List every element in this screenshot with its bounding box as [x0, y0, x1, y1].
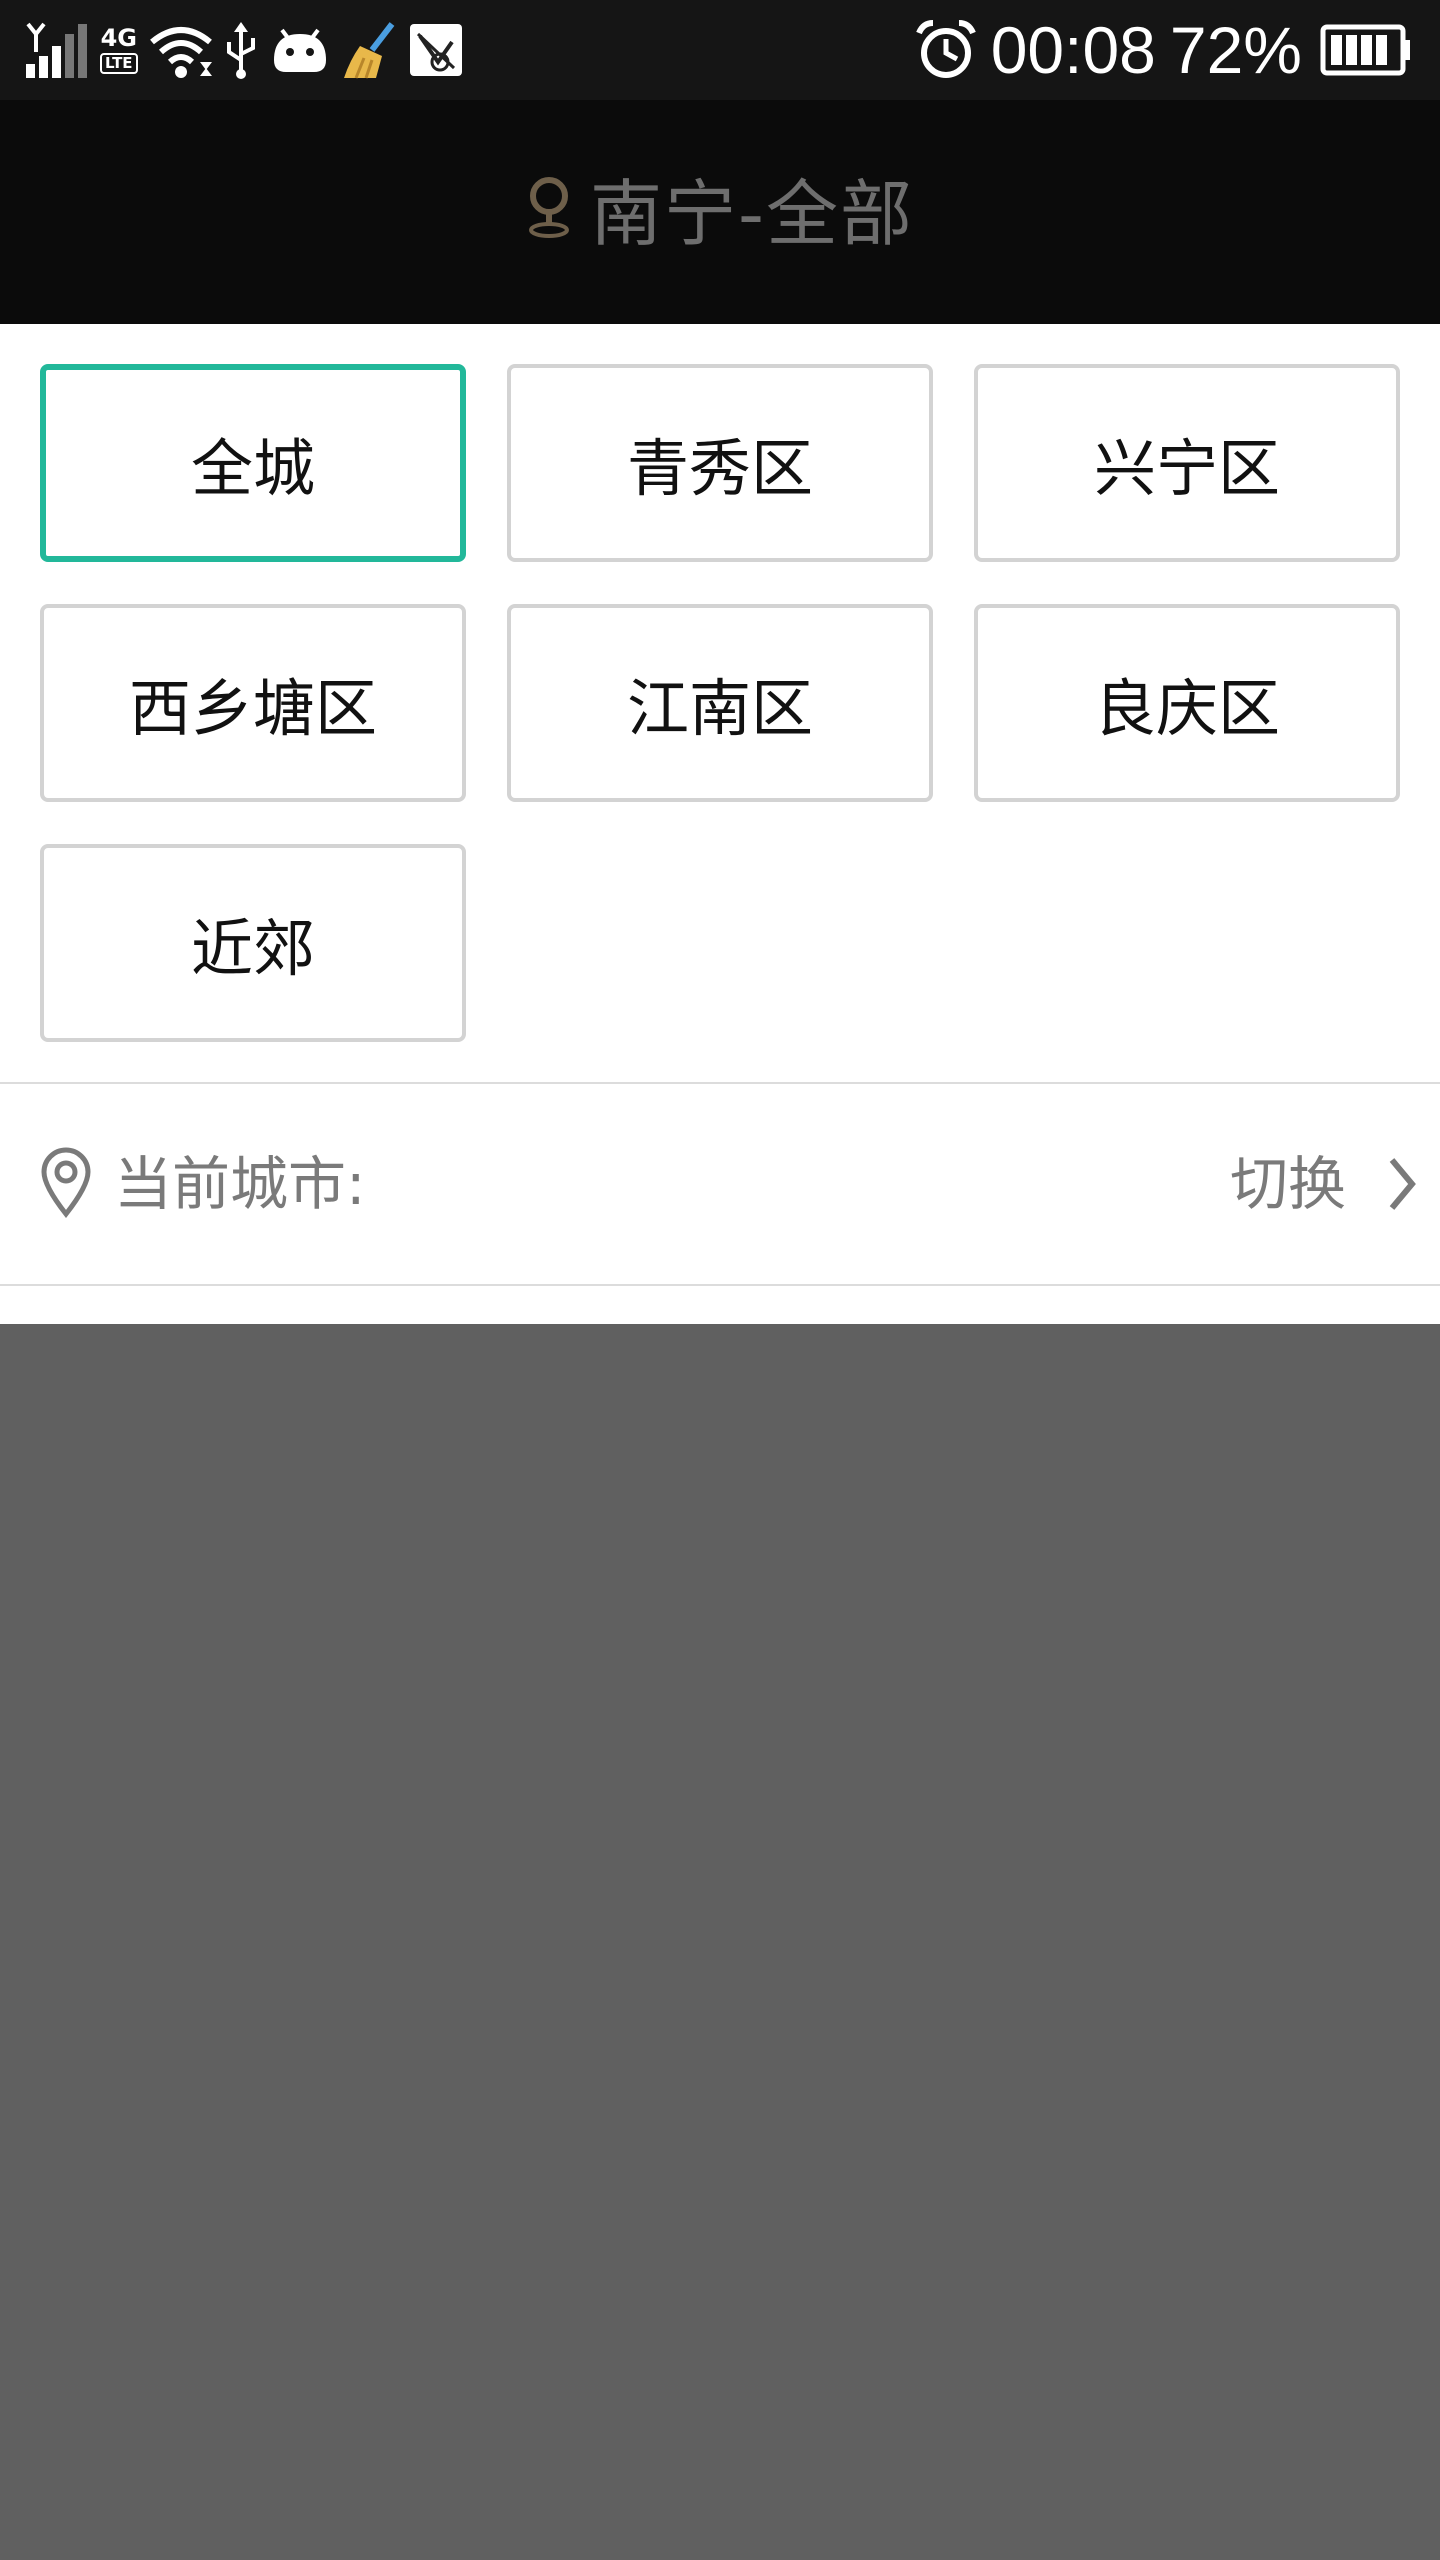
status-bar: 4G LTE 00:08 72% [0, 0, 1440, 100]
divider [0, 1284, 1440, 1286]
current-city-row: 当前城市: 切换 [0, 1084, 1440, 1284]
status-icons-left: 4G LTE [20, 18, 464, 82]
district-panel: 全城 青秀区 兴宁区 西乡塘区 江南区 良庆区 近郊 当前城市: 切换 [0, 324, 1440, 1324]
chevron-right-icon[interactable] [1384, 1154, 1420, 1214]
signal-icon [26, 22, 87, 78]
usb-icon [226, 22, 255, 79]
current-city-label: 当前城市: [114, 1150, 366, 1218]
location-selector[interactable]: 南宁-全部 [526, 155, 914, 260]
clock-time: 00:08 [990, 13, 1156, 87]
broom-icon [343, 22, 394, 79]
page-title: 南宁-全部 [590, 171, 914, 256]
status-icons-right: 00:08 72% [915, 10, 1412, 90]
app-notification-icon [409, 24, 462, 76]
battery-percent: 72% [1169, 13, 1302, 87]
location-pin-icon [529, 177, 569, 238]
location-pin-icon [41, 1147, 91, 1218]
district-option-qingxiu[interactable]: 青秀区 [507, 364, 933, 562]
network-type: 4G [100, 24, 137, 52]
network-sub: LTE [100, 53, 138, 74]
alarm-icon [915, 20, 976, 78]
dim-overlay[interactable] [0, 1324, 1440, 2560]
district-option-jiangnan[interactable]: 江南区 [507, 604, 933, 802]
district-option-all-city[interactable]: 全城 [40, 364, 466, 562]
wifi-icon [149, 27, 212, 78]
district-option-suburbs[interactable]: 近郊 [40, 844, 466, 1042]
district-option-liangqing[interactable]: 良庆区 [974, 604, 1400, 802]
district-option-xixiangtang[interactable]: 西乡塘区 [40, 604, 466, 802]
switch-city-button[interactable]: 切换 [1230, 1144, 1346, 1224]
battery-icon [1320, 24, 1410, 76]
network-type-label: 4G LTE [100, 26, 138, 74]
district-option-xingning[interactable]: 兴宁区 [974, 364, 1400, 562]
android-icon [273, 28, 326, 72]
title-bar: 南宁-全部 [0, 100, 1440, 324]
